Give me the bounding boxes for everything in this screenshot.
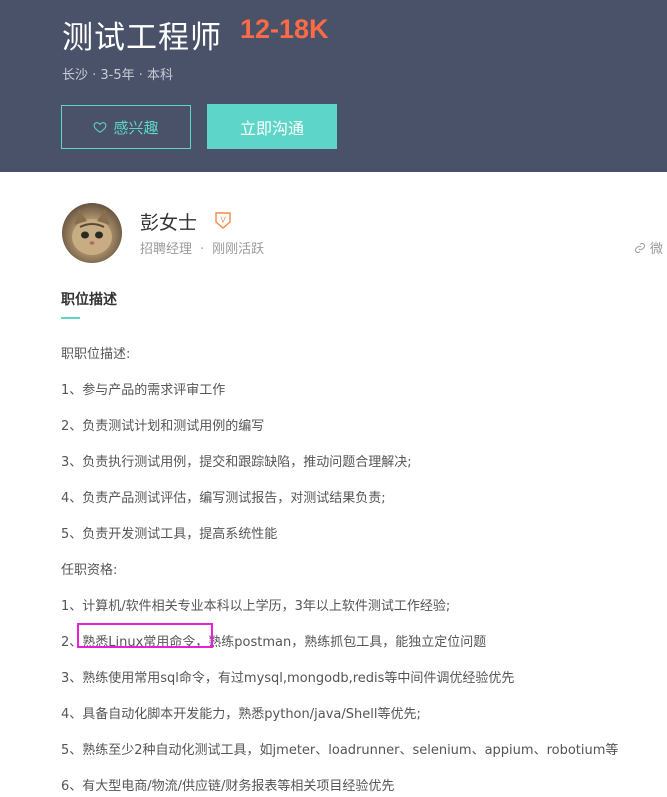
- job-meta: 长沙 · 3-5年 · 本科: [62, 68, 174, 83]
- separator-dot: ·: [200, 242, 205, 257]
- recruiter-name: 彭女士: [140, 212, 198, 234]
- chat-now-button[interactable]: 立即沟通: [207, 104, 337, 149]
- desc-line: 4、负责产品测试评估，编写测试报告，对测试结果负责;: [61, 491, 386, 506]
- recruiter-status: 刚刚活跃: [212, 242, 265, 257]
- highlight-annotation-box: [77, 623, 213, 648]
- svg-text:V: V: [220, 216, 226, 225]
- desc-line: 1、参与产品的需求评审工作: [61, 383, 226, 398]
- desc-line: 6、有大型电商/物流/供应链/财务报表等相关项目经验优先: [61, 779, 395, 794]
- avatar: [62, 203, 122, 263]
- section-title: 职位描述: [61, 292, 117, 308]
- desc-line: 2、负责测试计划和测试用例的编写: [61, 419, 265, 434]
- desc-line: 职职位描述:: [61, 347, 131, 362]
- section-underline: [61, 317, 80, 319]
- job-title: 测试工程师: [62, 20, 222, 56]
- recruiter-sub: 招聘经理 · 刚刚活跃: [140, 238, 264, 257]
- desc-line: 1、计算机/软件相关专业本科以上学历，3年以上软件测试工作经验;: [61, 599, 451, 614]
- vip-badge-icon: V: [215, 212, 231, 229]
- share-label: 微: [650, 242, 664, 257]
- link-icon: [635, 242, 645, 253]
- desc-line: 5、负责开发测试工具，提高系统性能: [61, 527, 278, 542]
- desc-line: 5、熟练至少2种自动化测试工具，如jmeter、loadrunner、selen…: [61, 743, 619, 758]
- chat-label: 立即沟通: [239, 118, 304, 138]
- recruiter-role: 招聘经理: [140, 242, 193, 257]
- interest-label: 感兴趣: [113, 118, 159, 137]
- job-header: 测试工程师 12-18K 长沙 · 3-5年 · 本科 感兴趣 立即沟通: [0, 0, 667, 172]
- salary: 12-18K: [240, 14, 329, 44]
- heart-icon: [94, 122, 107, 133]
- desc-line: 4、具备自动化脚本开发能力，熟悉python/java/Shell等优先;: [61, 707, 421, 722]
- share-link[interactable]: 微: [634, 238, 663, 257]
- interest-button[interactable]: 感兴趣: [61, 105, 191, 149]
- desc-line: 3、负责执行测试用例，提交和跟踪缺陷，推动问题合理解决;: [61, 455, 412, 470]
- desc-line: 任职资格:: [61, 563, 118, 578]
- desc-line: 3、熟练使用常用sql命令，有过mysql,mongodb,redis等中间件调…: [61, 671, 515, 686]
